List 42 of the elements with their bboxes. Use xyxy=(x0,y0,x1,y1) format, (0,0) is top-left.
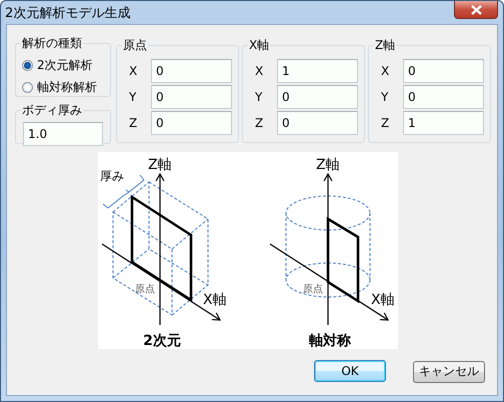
coordinate-field[interactable]: 0 xyxy=(151,59,232,83)
close-icon xyxy=(470,4,482,14)
field-label: Y xyxy=(128,90,138,104)
close-button[interactable] xyxy=(454,1,498,19)
group-label: Z軸 xyxy=(374,37,396,54)
group-label: 原点 xyxy=(122,37,148,54)
field-label: X xyxy=(380,64,390,78)
origin-label: 原点 xyxy=(135,284,155,295)
diagram-caption: 2次元 xyxy=(143,333,181,349)
coordinate-field[interactable]: 0 xyxy=(277,85,358,109)
axis-label: Z軸 xyxy=(316,157,340,173)
axis-label: Z軸 xyxy=(148,157,172,173)
coordinate-field[interactable]: 0 xyxy=(151,85,232,109)
group-label: 解析の種類 xyxy=(21,35,83,52)
field-label: Y xyxy=(380,90,390,104)
radio-button-icon[interactable] xyxy=(22,60,33,71)
group-label: X軸 xyxy=(248,37,270,54)
field-label: Y xyxy=(254,90,264,104)
radio-button-icon[interactable] xyxy=(22,82,33,92)
coordinate-field[interactable]: 1 xyxy=(403,111,484,135)
coordinate-field[interactable]: 1 xyxy=(277,59,358,83)
field-label: Z xyxy=(254,116,264,130)
field-label: Z xyxy=(380,116,390,130)
field-label: X xyxy=(128,64,138,78)
radio-option[interactable]: 軸対称解析 xyxy=(22,78,97,96)
cancel-button[interactable]: キャンセル xyxy=(413,360,485,382)
thickness-label: 厚み xyxy=(100,169,124,183)
window-title: 2次元解析モデル生成 xyxy=(5,4,130,22)
diagram-caption: 軸対称 xyxy=(309,333,351,349)
radio-option[interactable]: 2次元解析 xyxy=(22,57,93,74)
field-label: X xyxy=(254,64,264,78)
coordinate-field[interactable]: 0 xyxy=(403,85,484,109)
group-label: ボディ厚み xyxy=(21,102,83,119)
coordinate-field[interactable]: 0 xyxy=(403,59,484,83)
coordinate-field[interactable]: 0 xyxy=(277,111,358,135)
coordinate-field[interactable]: 0 xyxy=(151,111,232,135)
axis-label: X軸 xyxy=(203,292,227,308)
field-label: Z xyxy=(128,116,138,130)
ok-button[interactable]: OK xyxy=(314,360,386,382)
origin-label: 原点 xyxy=(303,284,323,295)
thickness-field[interactable]: 1.0 xyxy=(23,122,103,146)
axis-label: X軸 xyxy=(371,292,395,308)
